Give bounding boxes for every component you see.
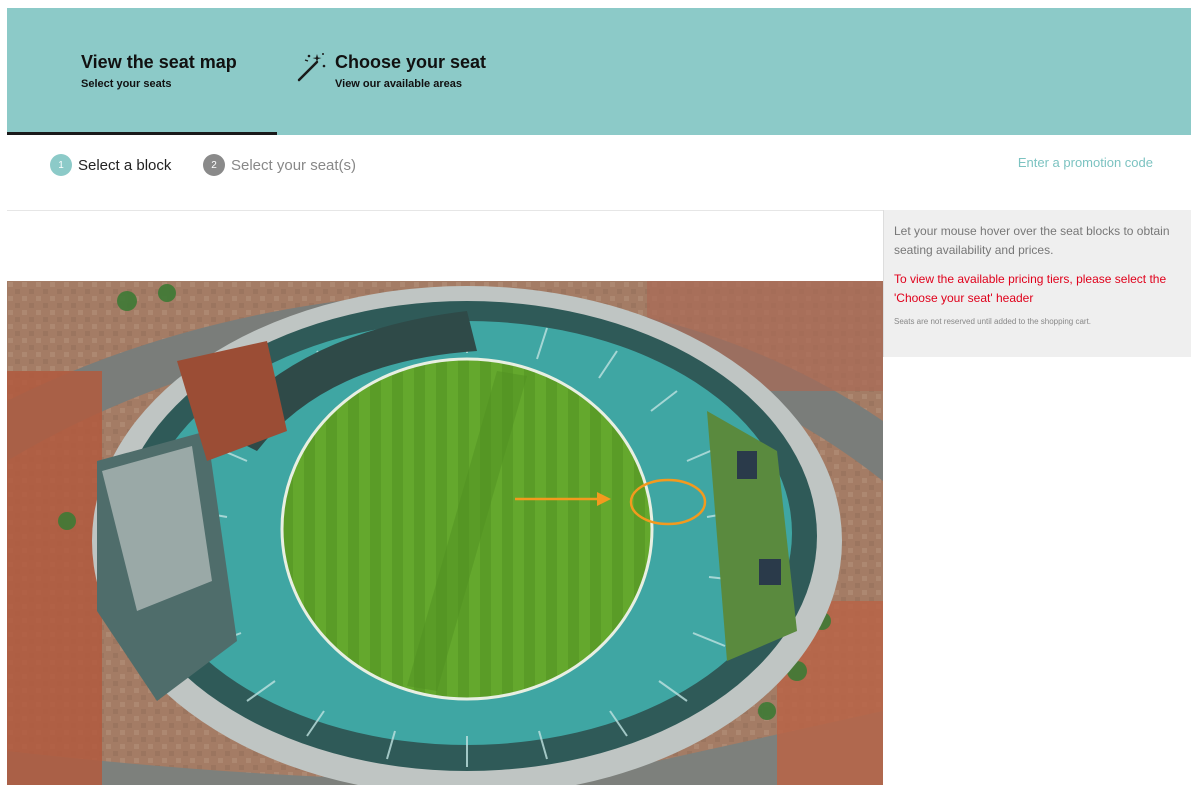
- stadium-map-graphic[interactable]: [7, 281, 883, 785]
- step-number-badge: 2: [203, 154, 225, 176]
- pricing-tier-notice: To view the available pricing tiers, ple…: [894, 272, 1167, 305]
- info-panel: Let your mouse hover over the seat block…: [883, 210, 1191, 357]
- tab-title: View the seat map: [81, 52, 237, 72]
- tab-view-seat-map[interactable]: View the seat map Select your seats: [7, 8, 277, 135]
- step-label: Select a block: [78, 156, 172, 174]
- tab-subtitle: Select your seats: [81, 78, 172, 90]
- tab-subtitle: View our available areas: [335, 78, 462, 90]
- step-number-badge: 1: [50, 154, 72, 176]
- tab-choose-seat[interactable]: Choose your seat View our available area…: [277, 8, 597, 135]
- seat-map-page: View the seat map Select your seats Choo…: [7, 8, 1191, 785]
- reservation-note: Seats are not reserved until added to th…: [894, 317, 1092, 326]
- header-tabs: View the seat map Select your seats Choo…: [7, 8, 1191, 135]
- step-indicator-bar: 1 Select a block 2 Select your seat(s) E…: [7, 135, 1191, 211]
- promotion-code-link[interactable]: Enter a promotion code: [1018, 155, 1153, 170]
- step-label: Select your seat(s): [231, 156, 357, 174]
- hover-instruction-text: Let your mouse hover over the seat block…: [894, 224, 1170, 257]
- stadium-seat-map[interactable]: [7, 281, 883, 785]
- tab-title: Choose your seat: [335, 52, 487, 72]
- step-select-block: 1 Select a block: [50, 154, 171, 176]
- step-select-seats: 2 Select your seat(s): [203, 154, 356, 176]
- magic-wand-icon: [297, 53, 326, 82]
